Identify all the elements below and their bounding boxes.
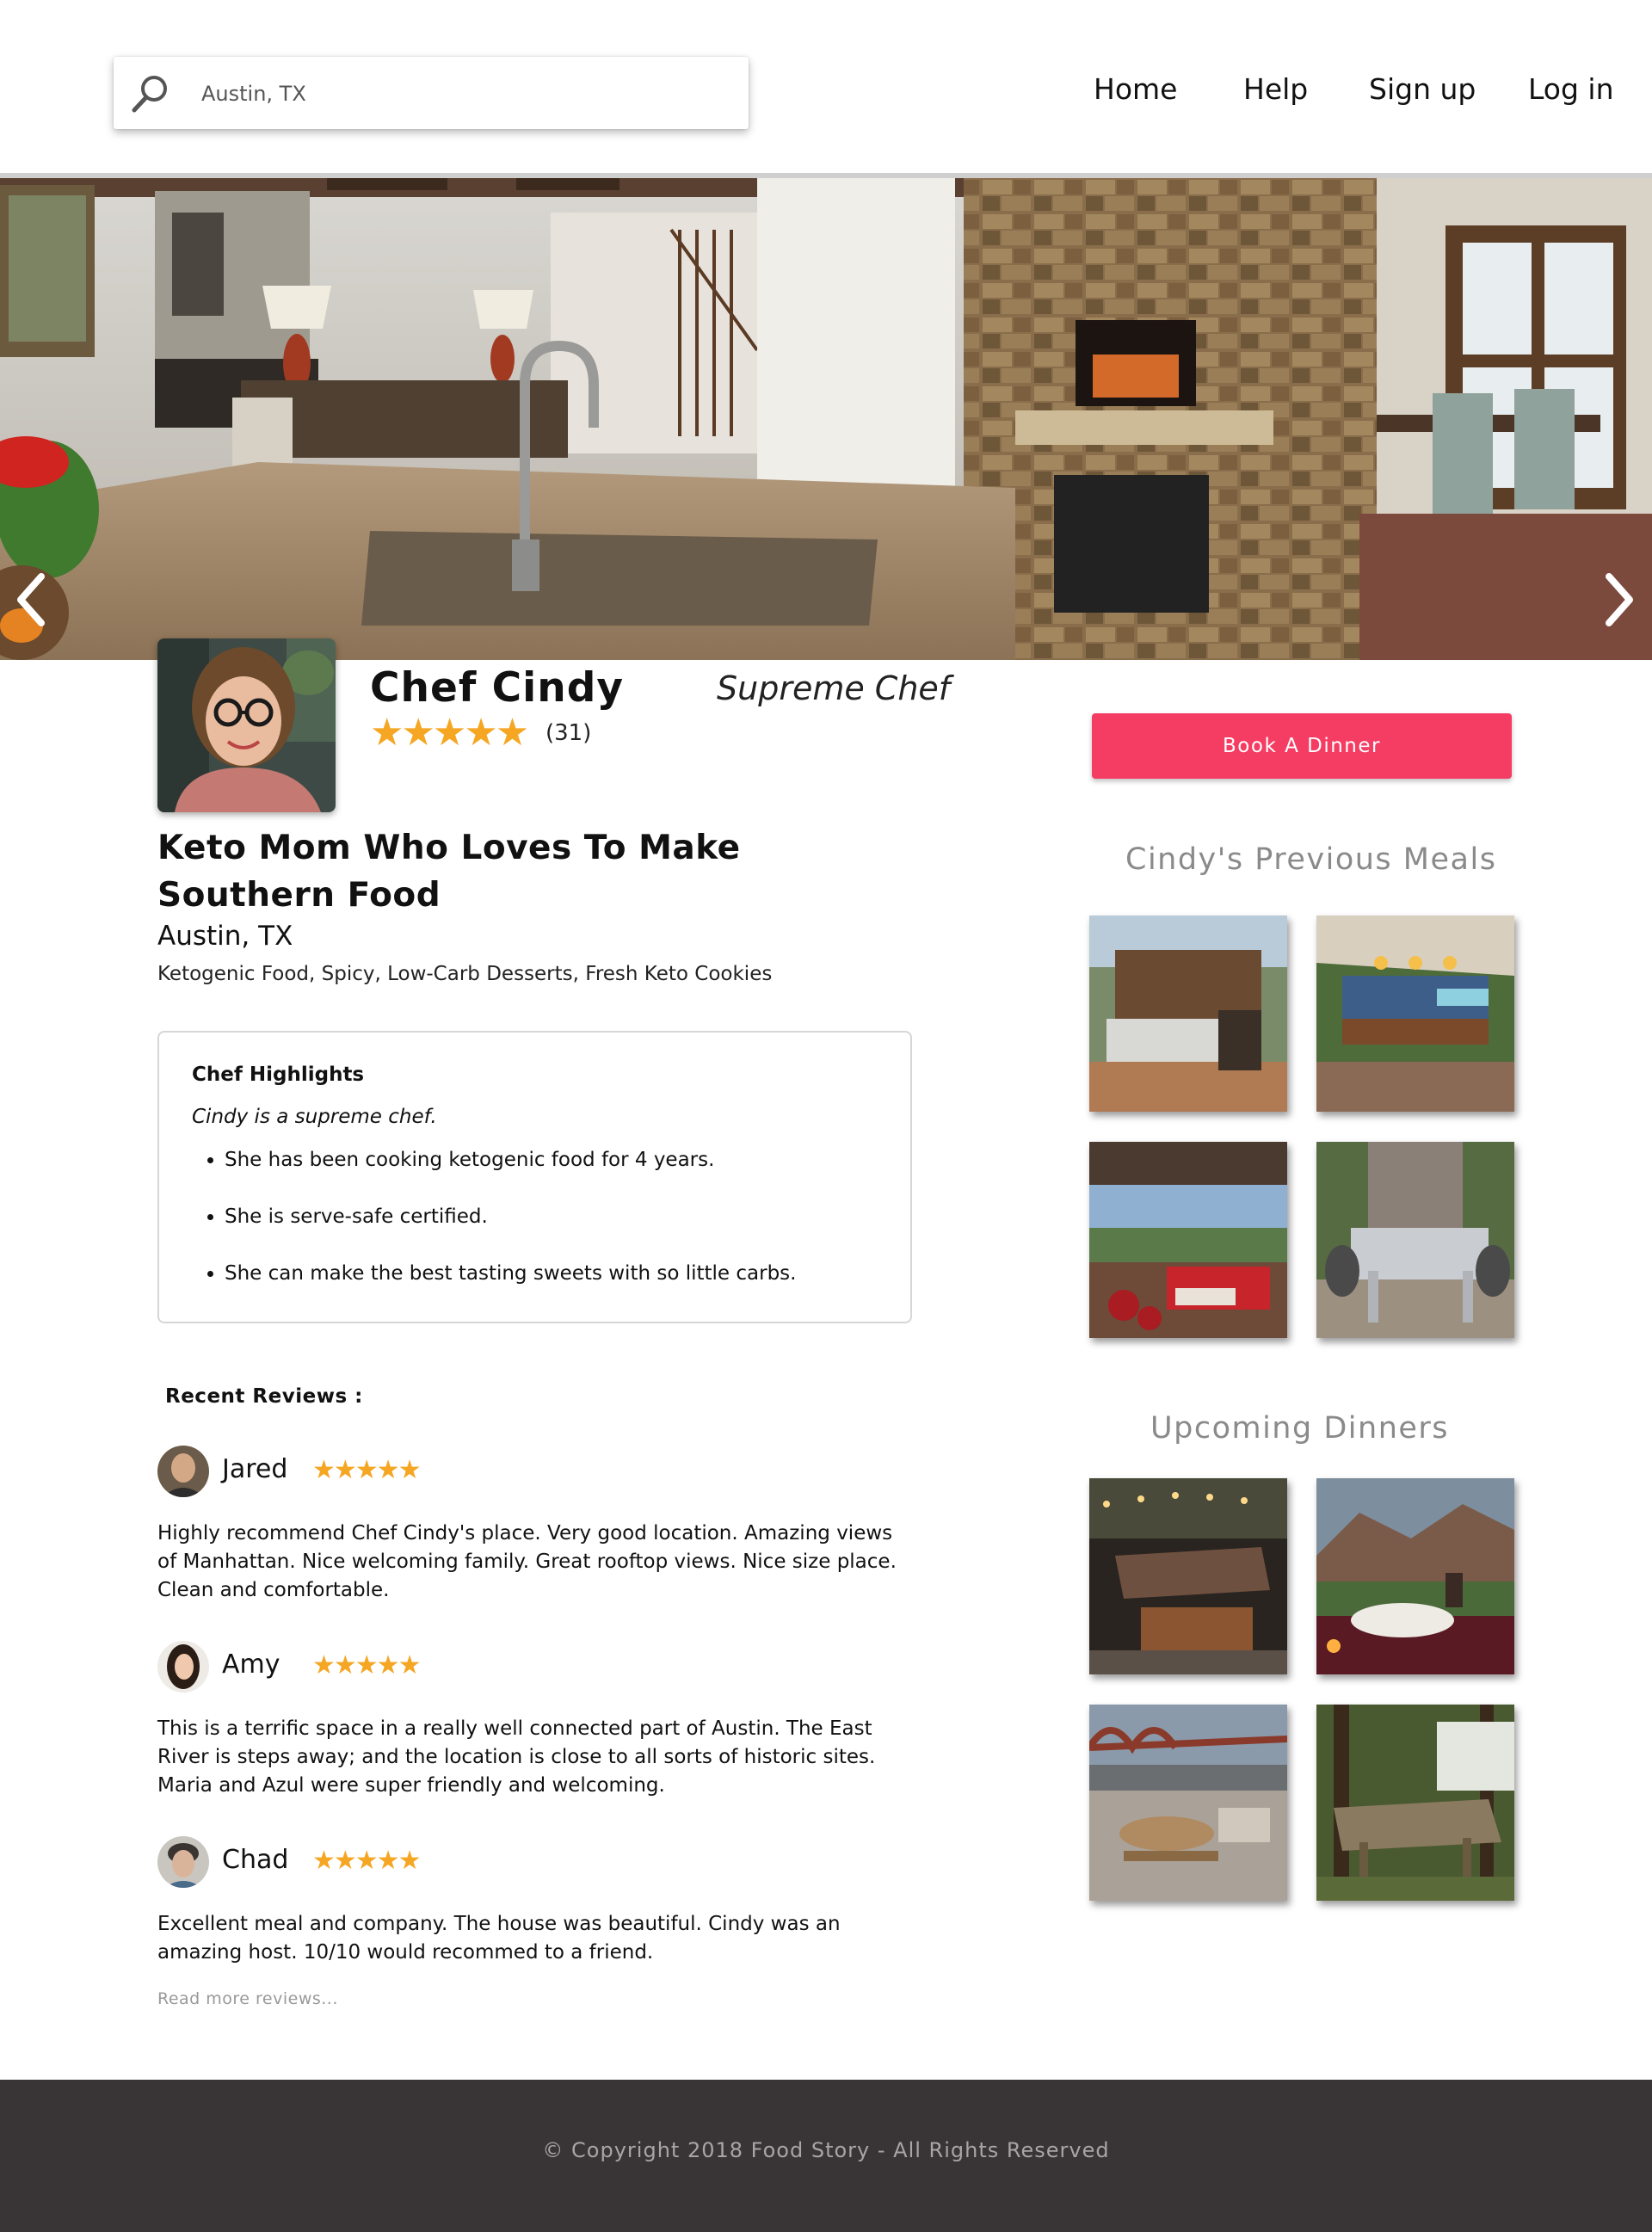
upcoming-dinners-heading: Upcoming Dinners	[1150, 1411, 1450, 1446]
carousel-next-icon[interactable]	[1597, 570, 1640, 630]
upcoming-dinner-photo[interactable]	[1316, 1478, 1514, 1674]
reviews-heading: Recent Reviews :	[165, 1385, 363, 1408]
chef-rank: Supreme Chef	[717, 669, 951, 707]
reviewer-name: Chad	[222, 1845, 289, 1875]
chef-highlights-card: Chef Highlights Cindy is a supreme chef.…	[157, 1031, 912, 1323]
review-stars: ★★★★★	[312, 1846, 421, 1876]
highlights-subtitle: Cindy is a supreme chef.	[192, 1106, 437, 1128]
review-stars: ★★★★★	[312, 1650, 421, 1680]
chef-review-count[interactable]: (31)	[546, 720, 591, 746]
chef-avatar	[157, 638, 336, 812]
hero-image	[0, 178, 1652, 660]
previous-meal-photo[interactable]	[1089, 916, 1287, 1112]
nav-home-link[interactable]: Home	[1094, 72, 1177, 106]
nav-help-link[interactable]: Help	[1243, 72, 1308, 106]
upcoming-dinner-photo[interactable]	[1089, 1705, 1287, 1901]
reviewer-avatar	[157, 1836, 209, 1888]
previous-meals-heading: Cindy's Previous Meals	[1125, 842, 1497, 877]
reviewer-name: Jared	[222, 1454, 288, 1484]
review-text: This is a terrific space in a really wel…	[157, 1717, 876, 1797]
nav-login-link[interactable]: Log in	[1528, 72, 1614, 106]
carousel-prev-icon[interactable]	[10, 570, 53, 630]
search-bar[interactable]	[114, 57, 749, 129]
previous-meal-photo[interactable]	[1089, 1142, 1287, 1338]
previous-meal-photo[interactable]	[1316, 1142, 1514, 1338]
highlight-item: She can make the best tasting sweets wit…	[225, 1256, 796, 1313]
upcoming-dinner-photo[interactable]	[1089, 1478, 1287, 1674]
chef-rating-stars: ★★★★★	[370, 711, 529, 755]
highlight-item: She has been cooking ketogenic food for …	[225, 1143, 796, 1199]
nav-signup-link[interactable]: Sign up	[1369, 72, 1476, 106]
chef-location: Austin, TX	[157, 921, 293, 952]
upcoming-dinner-photo[interactable]	[1316, 1705, 1514, 1901]
read-more-reviews-link[interactable]: Read more reviews...	[157, 1989, 338, 2008]
chef-headline: Keto Mom Who Loves To Make Southern Food	[157, 829, 741, 915]
header: Home Help Sign up Log in	[0, 0, 1652, 176]
review-text: Highly recommend Chef Cindy's place. Ver…	[157, 1522, 897, 1601]
reviewer-avatar	[157, 1446, 209, 1497]
reviewer-avatar	[157, 1641, 209, 1692]
chef-name: Chef Cindy	[370, 664, 624, 712]
chef-tags: Ketogenic Food, Spicy, Low-Carb Desserts…	[157, 963, 773, 985]
search-input[interactable]	[200, 74, 719, 114]
highlights-title: Chef Highlights	[192, 1064, 365, 1086]
review-stars: ★★★★★	[312, 1455, 421, 1485]
reviewer-name: Amy	[222, 1649, 280, 1680]
footer: © Copyright 2018 Food Story - All Rights…	[0, 2080, 1652, 2232]
footer-copyright: © Copyright 2018 Food Story - All Rights…	[542, 2138, 1110, 2162]
highlight-item: She is serve-safe certified.	[225, 1199, 796, 1256]
book-dinner-button[interactable]: Book A Dinner	[1092, 713, 1512, 779]
review-text: Excellent meal and company. The house wa…	[157, 1913, 841, 1964]
search-icon[interactable]	[126, 69, 176, 119]
previous-meal-photo[interactable]	[1316, 916, 1514, 1112]
highlights-list: She has been cooking ketogenic food for …	[190, 1143, 796, 1313]
